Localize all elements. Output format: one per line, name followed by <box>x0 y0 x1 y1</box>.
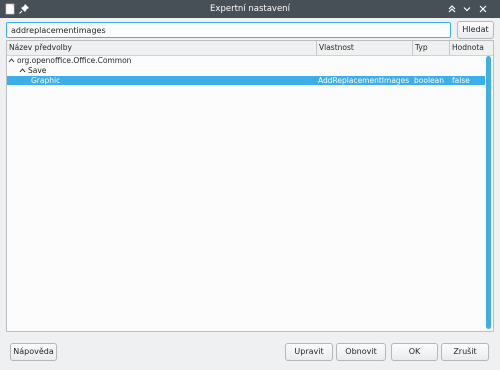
tree-label-root: org.openoffice.Office.Common <box>17 56 132 65</box>
item-type: boolean <box>414 76 444 85</box>
search-button[interactable]: Hledat <box>457 21 494 39</box>
column-header-type[interactable]: Typ <box>413 41 450 55</box>
table-header: Název předvolby Vlastnost Typ Hodnota <box>7 41 493 56</box>
vertical-scrollbar[interactable] <box>486 56 491 329</box>
default-button[interactable]: Obnovit <box>336 343 386 361</box>
help-button[interactable]: Nápověda <box>10 343 57 361</box>
item-value: false <box>452 76 470 85</box>
minimize-icon[interactable] <box>461 3 473 15</box>
chevron-up-icon[interactable] <box>19 67 26 74</box>
edit-button[interactable]: Upravit <box>285 343 333 361</box>
item-property: AddReplacementImages <box>318 76 410 85</box>
item-name: Graphic <box>31 76 61 85</box>
tree-row-item[interactable]: Graphic AddReplacementImages boolean fal… <box>7 76 485 85</box>
scrollbar-thumb[interactable] <box>486 56 491 329</box>
column-header-value[interactable]: Hodnota <box>450 41 493 55</box>
title-bar: Expertní nastavení <box>0 0 500 18</box>
close-icon[interactable] <box>477 3 489 15</box>
ok-button[interactable]: OK <box>391 343 438 361</box>
tree-row-root[interactable]: org.openoffice.Office.Common <box>7 56 485 65</box>
column-header-property[interactable]: Vlastnost <box>317 41 413 55</box>
keep-above-icon[interactable] <box>446 3 458 15</box>
cancel-button[interactable]: Zrušit <box>441 343 489 361</box>
tree-row-group[interactable]: Save <box>7 66 485 75</box>
preferences-table[interactable]: Název předvolby Vlastnost Typ Hodnota or… <box>6 40 494 332</box>
chevron-up-icon[interactable] <box>8 57 15 64</box>
window-title: Expertní nastavení <box>210 4 290 14</box>
search-input[interactable] <box>6 22 451 38</box>
tree-label-group: Save <box>28 66 47 75</box>
column-header-name[interactable]: Název předvolby <box>7 41 317 55</box>
